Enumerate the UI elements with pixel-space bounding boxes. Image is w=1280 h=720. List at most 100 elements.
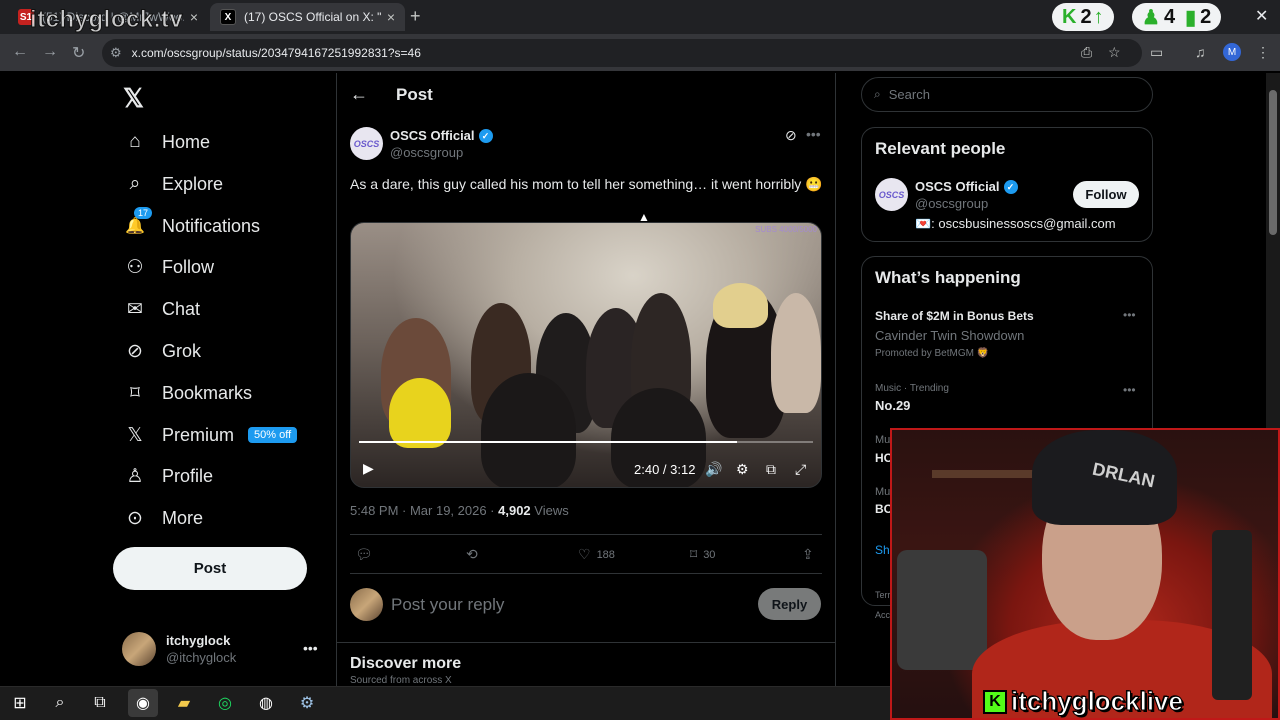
like-action[interactable]: ♡ 188	[578, 546, 615, 563]
new-tab-icon[interactable]: +	[410, 6, 421, 27]
window-close-icon[interactable]: ✕	[1255, 6, 1268, 26]
close-tab-icon[interactable]: ×	[190, 9, 198, 25]
trend-title[interactable]: No.29	[875, 398, 910, 413]
nav-item-profile[interactable]: ♙ Profile	[122, 461, 213, 491]
mail-icon: ✉	[127, 298, 143, 320]
views-count: 4,902	[498, 503, 531, 518]
scrollbar-thumb[interactable]	[1269, 90, 1277, 235]
nav-item-premium[interactable]: 𝕏 Premium 50% off	[122, 420, 298, 450]
x-favicon-icon: X	[220, 9, 236, 25]
kick-logo-icon: K	[983, 689, 1007, 714]
share-action[interactable]: ⇪	[802, 546, 814, 563]
profile-avatar[interactable]: M	[1223, 43, 1241, 61]
media-control-icon[interactable]: ♫	[1195, 44, 1206, 60]
person-handle[interactable]: @oscsgroup	[915, 196, 988, 211]
overlay-kick-counter: K 2 ↑	[1052, 3, 1114, 31]
nav-item-explore[interactable]: ⌕ Explore	[122, 169, 223, 199]
reply-action[interactable]: 💬︎	[355, 546, 373, 563]
nav-item-notifications[interactable]: 🔔 17 Notifications	[122, 207, 261, 241]
video-player[interactable]: SUBS 4000/5000 ▶ 2:40 / 3:12 🔊 ⚙ ⧉ ⤢	[350, 222, 822, 488]
pip-icon[interactable]: ⧉	[766, 461, 776, 478]
views-label: Views	[530, 503, 569, 518]
back-icon[interactable]: ←	[12, 43, 28, 61]
repost-action[interactable]: ⟲	[466, 546, 478, 563]
file-explorer-icon[interactable]: ▰	[174, 693, 194, 713]
reply-button[interactable]: Reply	[758, 588, 821, 620]
trend-title[interactable]: Share of $2M in Bonus Bets	[875, 309, 1034, 323]
nav-label: Explore	[162, 173, 224, 194]
bell-icon: 🔔 17	[122, 207, 153, 237]
x-logo-icon[interactable]: 𝕏	[123, 83, 144, 114]
author-avatar[interactable]: OSCS	[350, 127, 383, 160]
search-input[interactable]: ⌕ Search	[861, 77, 1153, 112]
forward-icon[interactable]: →	[42, 43, 58, 61]
more-dots-icon[interactable]: •••	[303, 640, 318, 656]
nav-item-bookmarks[interactable]: ⌑ Bookmarks	[122, 378, 252, 408]
trend-subtitle: Cavinder Twin Showdown	[875, 328, 1025, 343]
nav-item-chat[interactable]: ✉ Chat	[122, 294, 200, 324]
webcam-chair	[897, 550, 987, 670]
webcam-microphone	[1212, 530, 1252, 700]
trend-category: Mu	[875, 434, 891, 446]
fullscreen-icon[interactable]: ⤢	[795, 461, 806, 478]
nav-label: Grok	[162, 340, 202, 361]
compose-post-button[interactable]: Post	[113, 547, 307, 590]
steam-icon[interactable]: ⚙	[297, 693, 317, 713]
show-more-link[interactable]: Sh	[875, 543, 890, 557]
avatar[interactable]: OSCS	[875, 178, 908, 211]
bookmark-action[interactable]: ⌑ 30	[690, 546, 715, 563]
reply-input[interactable]: Post your reply	[391, 595, 504, 615]
grok-explain-icon[interactable]: ⊘	[785, 127, 797, 144]
nav-item-follow[interactable]: ⚇ Follow	[122, 252, 214, 282]
bars-icon: ▮	[1185, 6, 1197, 29]
site-info-icon[interactable]: ⚙	[110, 45, 122, 61]
close-tab-icon[interactable]: ×	[387, 9, 395, 25]
author-name[interactable]: OSCS Official ✓	[390, 128, 493, 143]
footer-link[interactable]: Terr	[875, 590, 891, 600]
bookmark-icon: ⌑	[130, 382, 140, 404]
install-app-icon[interactable]: ⎙	[1081, 44, 1092, 61]
spotify-icon[interactable]: ◎	[215, 693, 235, 713]
address-bar[interactable]: ⚙ x.com/oscsgroup/status/203479416725199…	[102, 39, 1142, 67]
back-arrow-icon[interactable]: ←	[350, 84, 368, 105]
browser-toolbar: ← → ↻ ⚙ x.com/oscsgroup/status/203479416…	[0, 34, 1280, 72]
volume-icon[interactable]: 🔊	[705, 461, 722, 478]
nav-label: Notifications	[162, 215, 261, 236]
search-icon[interactable]: ⌕	[50, 693, 70, 713]
follow-button[interactable]: Follow	[1073, 181, 1139, 208]
verified-badge-icon: ✓	[478, 128, 493, 143]
author-handle[interactable]: @oscsgroup	[390, 145, 463, 160]
more-dots-icon[interactable]: •••	[1123, 308, 1136, 322]
browser-tab-x-post[interactable]: X (17) OSCS Official on X: "As a d ×	[210, 3, 405, 31]
nav-item-home[interactable]: ⌂ Home	[122, 127, 210, 157]
search-icon: ⌕	[129, 173, 141, 194]
counter-value: 4	[1163, 5, 1176, 28]
settings-gear-icon[interactable]: ⚙	[736, 461, 749, 478]
windows-start-icon[interactable]: ⊞	[10, 693, 30, 713]
obs-icon[interactable]: ◍	[256, 693, 276, 713]
search-icon: ⌕	[874, 87, 881, 101]
video-progress-bar[interactable]	[359, 441, 813, 443]
video-person-shirt	[389, 378, 451, 448]
post-timestamp[interactable]: 5:48 PM · Mar 19, 2026 ·	[350, 503, 498, 518]
bookmark-star-icon[interactable]: ☆	[1108, 44, 1121, 61]
more-options-icon[interactable]: •••	[806, 126, 821, 142]
nav-item-grok[interactable]: ⊘ Grok	[122, 336, 201, 366]
task-view-icon[interactable]: ⧉	[90, 693, 110, 713]
account-handle: @itchyglock	[166, 650, 237, 665]
trend-promoted: Promoted by BetMGM 🦁	[875, 348, 990, 359]
browser-menu-icon[interactable]: ⋮	[1256, 44, 1270, 61]
account-switcher[interactable]: itchyglock @itchyglock	[122, 632, 236, 666]
chrome-icon[interactable]: ◉	[128, 689, 158, 717]
verified-badge-icon: ✓	[1003, 179, 1018, 194]
footer-link[interactable]: Acc	[875, 610, 890, 620]
reload-icon[interactable]: ↻	[72, 43, 85, 63]
person-name[interactable]: OSCS Official ✓	[915, 179, 1018, 194]
video-person	[481, 373, 576, 487]
more-circle-icon: ⊙	[127, 507, 143, 529]
play-icon[interactable]: ▶	[363, 460, 374, 477]
more-dots-icon[interactable]: •••	[1123, 383, 1136, 397]
nav-item-more[interactable]: ⊙ More	[122, 503, 203, 533]
card-title: What’s happening	[875, 268, 1021, 287]
sidepanel-icon[interactable]: ▭	[1150, 44, 1163, 61]
